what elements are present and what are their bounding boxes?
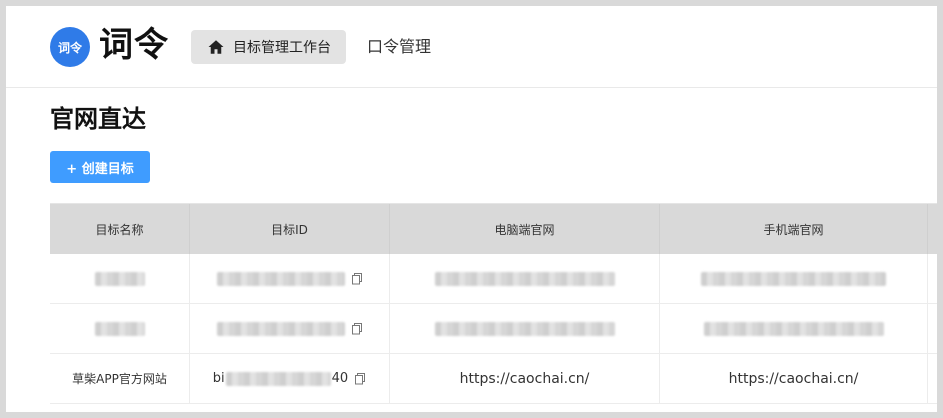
redacted-text bbox=[225, 371, 331, 386]
redacted-text bbox=[434, 321, 615, 336]
table-row[interactable] bbox=[50, 304, 937, 354]
pc-site-link[interactable]: https://caochai.cn/ bbox=[460, 371, 590, 387]
logo-text: 词令 bbox=[99, 25, 169, 65]
table-header-row: 目标名称 目标ID 电脑端官网 手机端官网 bbox=[50, 204, 937, 254]
copy-icon[interactable] bbox=[351, 322, 363, 335]
redacted-text bbox=[701, 271, 886, 286]
cell-mobile-site bbox=[660, 304, 928, 353]
cell-pc-site bbox=[390, 254, 660, 303]
redacted-text bbox=[94, 271, 145, 286]
column-header-id: 目标ID bbox=[190, 204, 390, 254]
target-id: bi 40 bbox=[213, 371, 348, 386]
cell-extra bbox=[928, 304, 937, 353]
cell-name bbox=[50, 304, 190, 353]
page-title: 官网直达 bbox=[50, 105, 146, 133]
column-header-pc-site: 电脑端官网 bbox=[390, 204, 660, 254]
table-row[interactable]: 草柴APP官方网站 bi 40 https://caochai.cn/ http… bbox=[50, 354, 937, 404]
cell-mobile-site bbox=[660, 254, 928, 303]
cell-pc-site[interactable]: https://caochai.cn/ bbox=[390, 354, 660, 403]
copy-icon[interactable] bbox=[351, 272, 363, 285]
redacted-text bbox=[216, 321, 345, 336]
cell-id bbox=[190, 304, 390, 353]
target-id-suffix: 40 bbox=[331, 371, 349, 386]
column-header-mobile-site: 手机端官网 bbox=[660, 204, 928, 254]
redacted-text bbox=[94, 321, 145, 336]
redacted-text bbox=[434, 271, 615, 286]
column-header-extra bbox=[928, 204, 937, 254]
create-target-button[interactable]: + 创建目标 bbox=[50, 151, 150, 183]
app-window: 词令 词令 目标管理工作台 口令管理 官网直达 + 创建目标 目标名称 目标ID… bbox=[6, 6, 937, 412]
cell-id bbox=[190, 254, 390, 303]
nav-item-label: 目标管理工作台 bbox=[233, 40, 331, 56]
mobile-site-link[interactable]: https://caochai.cn/ bbox=[729, 371, 859, 387]
nav-item-command-management[interactable]: 口令管理 bbox=[367, 30, 431, 64]
table-row[interactable] bbox=[50, 254, 937, 304]
cell-mobile-site[interactable]: https://caochai.cn/ bbox=[660, 354, 928, 403]
target-id-prefix: bi bbox=[212, 371, 225, 386]
logo-badge: 词令 bbox=[50, 27, 90, 67]
redacted-text bbox=[703, 321, 884, 336]
cell-extra bbox=[928, 254, 937, 303]
column-header-name: 目标名称 bbox=[50, 204, 190, 254]
cell-name bbox=[50, 254, 190, 303]
top-header: 词令 词令 目标管理工作台 口令管理 bbox=[6, 6, 937, 88]
targets-table: 目标名称 目标ID 电脑端官网 手机端官网 草柴APP官方网站 bi 40 ht… bbox=[50, 203, 937, 404]
redacted-text bbox=[216, 271, 345, 286]
cell-id: bi 40 bbox=[190, 354, 390, 403]
cell-name: 草柴APP官方网站 bbox=[50, 354, 190, 403]
nav-item-target-workbench[interactable]: 目标管理工作台 bbox=[191, 30, 346, 64]
cell-extra bbox=[928, 354, 937, 403]
create-target-label: + 创建目标 bbox=[66, 161, 134, 177]
home-icon bbox=[208, 40, 224, 54]
cell-pc-site bbox=[390, 304, 660, 353]
copy-icon[interactable] bbox=[354, 372, 366, 385]
